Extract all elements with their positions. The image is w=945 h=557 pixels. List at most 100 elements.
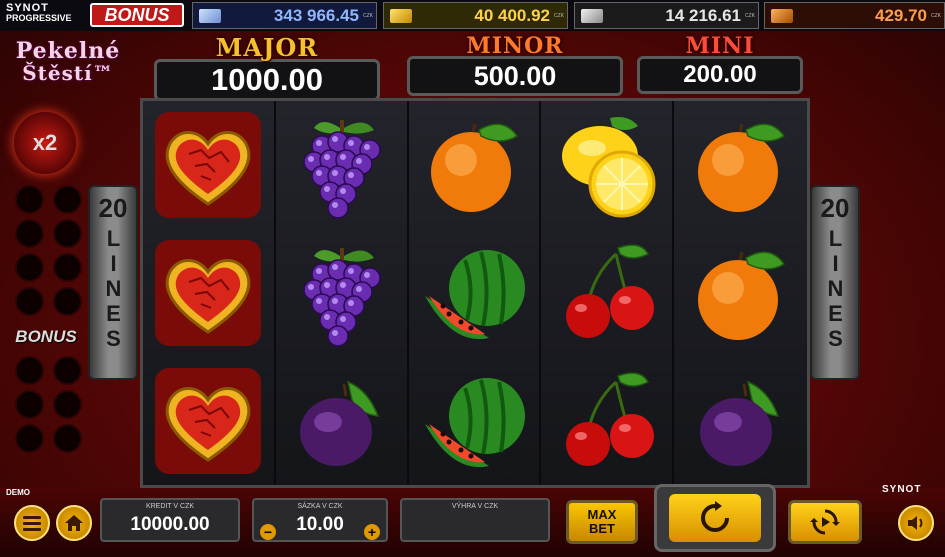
hamburger-icon bbox=[23, 516, 41, 531]
logo-line2: Štěstí™ bbox=[22, 61, 114, 85]
bet-increase-button[interactable]: + bbox=[364, 524, 380, 540]
bronze-bar-icon bbox=[771, 8, 793, 23]
synot-progressive-logo: SYNOT PROGRESSIVE bbox=[0, 0, 88, 31]
heart-symbol bbox=[143, 229, 274, 357]
jackpot-currency: CZK bbox=[363, 12, 373, 19]
reel-5 bbox=[674, 101, 807, 485]
home-icon bbox=[65, 515, 83, 531]
bonus-badge: BONUS bbox=[90, 3, 184, 27]
lines-count: 20 bbox=[98, 193, 128, 223]
grapes-symbol bbox=[276, 101, 407, 229]
reel-area[interactable] bbox=[140, 98, 810, 488]
watermelon-icon bbox=[424, 378, 525, 468]
reel-4 bbox=[541, 101, 675, 485]
max-bet-line2: BET bbox=[589, 521, 615, 536]
bonus-slot bbox=[15, 424, 44, 453]
sound-button[interactable] bbox=[898, 505, 934, 541]
jackpot-gold: 40 400.92 CZK bbox=[383, 2, 568, 29]
jackpot-value: 343 966.45 bbox=[273, 5, 359, 25]
jackpot-currency: CZK bbox=[554, 12, 564, 19]
grapes-icon bbox=[303, 120, 381, 219]
bonus-slot bbox=[53, 185, 82, 214]
lemon-icon bbox=[561, 117, 656, 218]
bonus-slot bbox=[15, 356, 44, 385]
orange-icon bbox=[697, 251, 785, 340]
jackpot-currency: CZK bbox=[931, 12, 941, 19]
bet-display: SÁZKA V CZK 10.00 − + bbox=[252, 498, 388, 542]
cherries-symbol bbox=[541, 229, 672, 357]
bonus-slot bbox=[15, 253, 44, 282]
jackpot-diamond: 343 966.45 CZK bbox=[192, 2, 377, 29]
max-bet-button[interactable]: MAX BET bbox=[566, 500, 638, 544]
watermelon-symbol bbox=[409, 357, 540, 485]
lines-word: LINES bbox=[101, 226, 126, 351]
bonus-slot bbox=[53, 287, 82, 316]
demo-label: DEMO bbox=[6, 488, 30, 497]
autoplay-icon bbox=[810, 509, 840, 535]
grapes-icon bbox=[303, 248, 381, 347]
major-jackpot: MAJOR 1000.00 bbox=[148, 33, 386, 101]
bonus-slot bbox=[53, 219, 82, 248]
speaker-icon bbox=[908, 516, 923, 530]
bonus-slot bbox=[15, 219, 44, 248]
multiplier-orb: x2 bbox=[14, 112, 76, 174]
menu-button[interactable] bbox=[14, 505, 50, 541]
bet-label: SÁZKA V CZK bbox=[297, 503, 343, 510]
gold-bar-icon bbox=[390, 8, 412, 23]
orange-icon bbox=[697, 123, 785, 212]
credit-display: KREDIT V CZK 10000.00 bbox=[100, 498, 240, 542]
orange-symbol bbox=[674, 101, 807, 229]
autoplay-button[interactable] bbox=[788, 500, 862, 544]
plum-symbol bbox=[276, 357, 407, 485]
lines-plaque-right: 20 LINES bbox=[810, 185, 860, 380]
mini-jackpot: MINI 200.00 bbox=[630, 33, 810, 97]
jackpot-silver: 14 216.61 CZK bbox=[574, 2, 759, 29]
bonus-slot bbox=[53, 356, 82, 385]
lines-plaque-left: 20 LINES bbox=[88, 185, 138, 380]
cherries-icon bbox=[565, 372, 654, 466]
mini-value: 200.00 bbox=[637, 56, 803, 94]
spin-button[interactable] bbox=[654, 484, 776, 552]
bonus-slot bbox=[53, 253, 82, 282]
bonus-slot bbox=[53, 424, 82, 453]
diamond-icon bbox=[199, 8, 221, 23]
cherries-icon bbox=[565, 244, 654, 338]
game-logo: Pekelné Štěstí™ bbox=[6, 38, 130, 85]
heart-symbol bbox=[143, 357, 274, 485]
bonus-label: BONUS bbox=[15, 327, 77, 346]
reel-2 bbox=[275, 101, 409, 485]
lines-count: 20 bbox=[820, 193, 850, 223]
major-value: 1000.00 bbox=[154, 59, 380, 101]
plum-symbol bbox=[674, 357, 807, 485]
minor-jackpot: MINOR 500.00 bbox=[400, 33, 630, 97]
credit-value: 10000.00 bbox=[130, 514, 210, 535]
jackpot-value: 40 400.92 bbox=[474, 5, 550, 25]
reel-1 bbox=[143, 101, 276, 485]
jackpot-bronze: 429.70 CZK bbox=[764, 2, 945, 29]
plum-icon bbox=[300, 380, 380, 466]
win-label: VÝHRA V CZK bbox=[451, 503, 499, 510]
home-button[interactable] bbox=[56, 505, 92, 541]
jackpot-currency: CZK bbox=[745, 12, 755, 19]
max-bet-line1: MAX bbox=[587, 507, 617, 522]
spin-arrow-icon bbox=[701, 501, 729, 532]
orange-symbol bbox=[674, 229, 807, 357]
bonus-slots-upper bbox=[15, 185, 85, 316]
plum-icon bbox=[699, 380, 779, 466]
bet-decrease-button[interactable]: − bbox=[260, 524, 276, 540]
heart-icon bbox=[155, 112, 262, 218]
orange-symbol bbox=[409, 101, 540, 229]
lemon-symbol bbox=[541, 101, 672, 229]
bonus-slot bbox=[15, 287, 44, 316]
win-display: VÝHRA V CZK bbox=[400, 498, 550, 542]
bonus-slot bbox=[15, 185, 44, 214]
grapes-symbol bbox=[276, 229, 407, 357]
jackpot-value: 429.70 bbox=[875, 5, 927, 25]
minor-value: 500.00 bbox=[407, 56, 623, 96]
progressive-bar: SYNOT PROGRESSIVE BONUS 343 966.45 CZK 4… bbox=[0, 0, 945, 31]
bonus-slot bbox=[15, 390, 44, 419]
brand-line2: PROGRESSIVE bbox=[6, 13, 72, 23]
bonus-slot bbox=[53, 390, 82, 419]
heart-icon bbox=[155, 240, 262, 346]
silver-bar-icon bbox=[581, 8, 603, 23]
